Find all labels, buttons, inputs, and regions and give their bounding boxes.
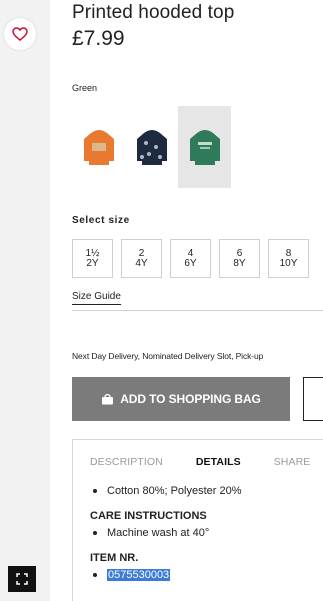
size-option-top: 8 [285, 247, 292, 259]
selected-color-label: Green [72, 83, 98, 93]
bullet-icon [93, 530, 97, 535]
tab-details[interactable]: DETAILS [196, 456, 241, 468]
expand-icon [16, 573, 28, 585]
size-option-2y[interactable]: 1½ 2Y [72, 239, 113, 278]
list-item: Machine wash at 40° [90, 524, 323, 541]
size-option-6y[interactable]: 4 6Y [170, 239, 211, 278]
swatch-orange[interactable] [72, 106, 125, 188]
size-option-bottom: 10Y [279, 257, 298, 269]
select-size-label: Select size [72, 215, 130, 226]
divider [72, 310, 323, 311]
size-options: 1½ 2Y 2 4Y 4 6Y 6 8Y 8 10Y [72, 239, 309, 278]
heart-icon [12, 27, 28, 41]
bullet-icon [93, 572, 97, 577]
swatch-navy[interactable] [125, 106, 178, 188]
bullet-icon [93, 488, 97, 493]
product-title: Printed hooded top [72, 2, 235, 23]
delivery-options-text: Next Day Delivery, Nominated Delivery Sl… [72, 351, 264, 361]
care-text: Machine wash at 40° [107, 526, 210, 539]
favorite-button[interactable] [4, 18, 36, 50]
list-item: 0575530003 [90, 566, 323, 583]
size-option-top: 1½ [85, 247, 100, 259]
left-rail [0, 0, 50, 601]
care-heading: CARE INSTRUCTIONS [90, 509, 207, 522]
size-option-top: 2 [138, 247, 145, 259]
expand-image-button[interactable] [8, 566, 36, 592]
product-info-panel: Printed hooded top £7.99 Green Select si… [50, 0, 323, 601]
item-number-text[interactable]: 0575530003 [107, 568, 171, 581]
size-option-4y[interactable]: 2 4Y [121, 239, 162, 278]
add-to-bag-button[interactable]: ADD TO SHOPPING BAG [72, 377, 290, 421]
size-option-bottom: 8Y [233, 257, 246, 269]
details-content: Cotton 80%; Polyester 20% CARE INSTRUCTI… [90, 482, 323, 583]
size-option-bottom: 6Y [184, 257, 197, 269]
tab-bar: DESCRIPTION DETAILS SHARE [90, 456, 323, 468]
list-item: Cotton 80%; Polyester 20% [90, 482, 323, 499]
product-price: £7.99 [72, 27, 125, 50]
swatch-green[interactable] [178, 106, 231, 188]
size-option-bottom: 2Y [86, 257, 99, 269]
hoodie-navy-image [136, 130, 167, 165]
size-option-8y[interactable]: 6 8Y [219, 239, 260, 278]
bag-icon [102, 393, 114, 405]
add-to-bag-label: ADD TO SHOPPING BAG [120, 392, 261, 406]
size-option-top: 6 [236, 247, 243, 259]
hoodie-orange-image [83, 130, 114, 165]
item-number-heading: ITEM NR. [90, 551, 139, 564]
size-option-bottom: 4Y [135, 257, 148, 269]
size-option-top: 4 [187, 247, 194, 259]
composition-text: Cotton 80%; Polyester 20% [107, 484, 242, 497]
hoodie-green-image [189, 130, 220, 165]
color-swatches [72, 106, 231, 188]
product-tabs-panel: DESCRIPTION DETAILS SHARE Cotton 80%; Po… [72, 439, 323, 601]
size-guide-link[interactable]: Size Guide [72, 291, 121, 305]
secondary-action-button[interactable] [303, 377, 323, 421]
size-option-10y[interactable]: 8 10Y [268, 239, 309, 278]
tab-description[interactable]: DESCRIPTION [90, 456, 163, 468]
tab-share[interactable]: SHARE [274, 456, 311, 468]
